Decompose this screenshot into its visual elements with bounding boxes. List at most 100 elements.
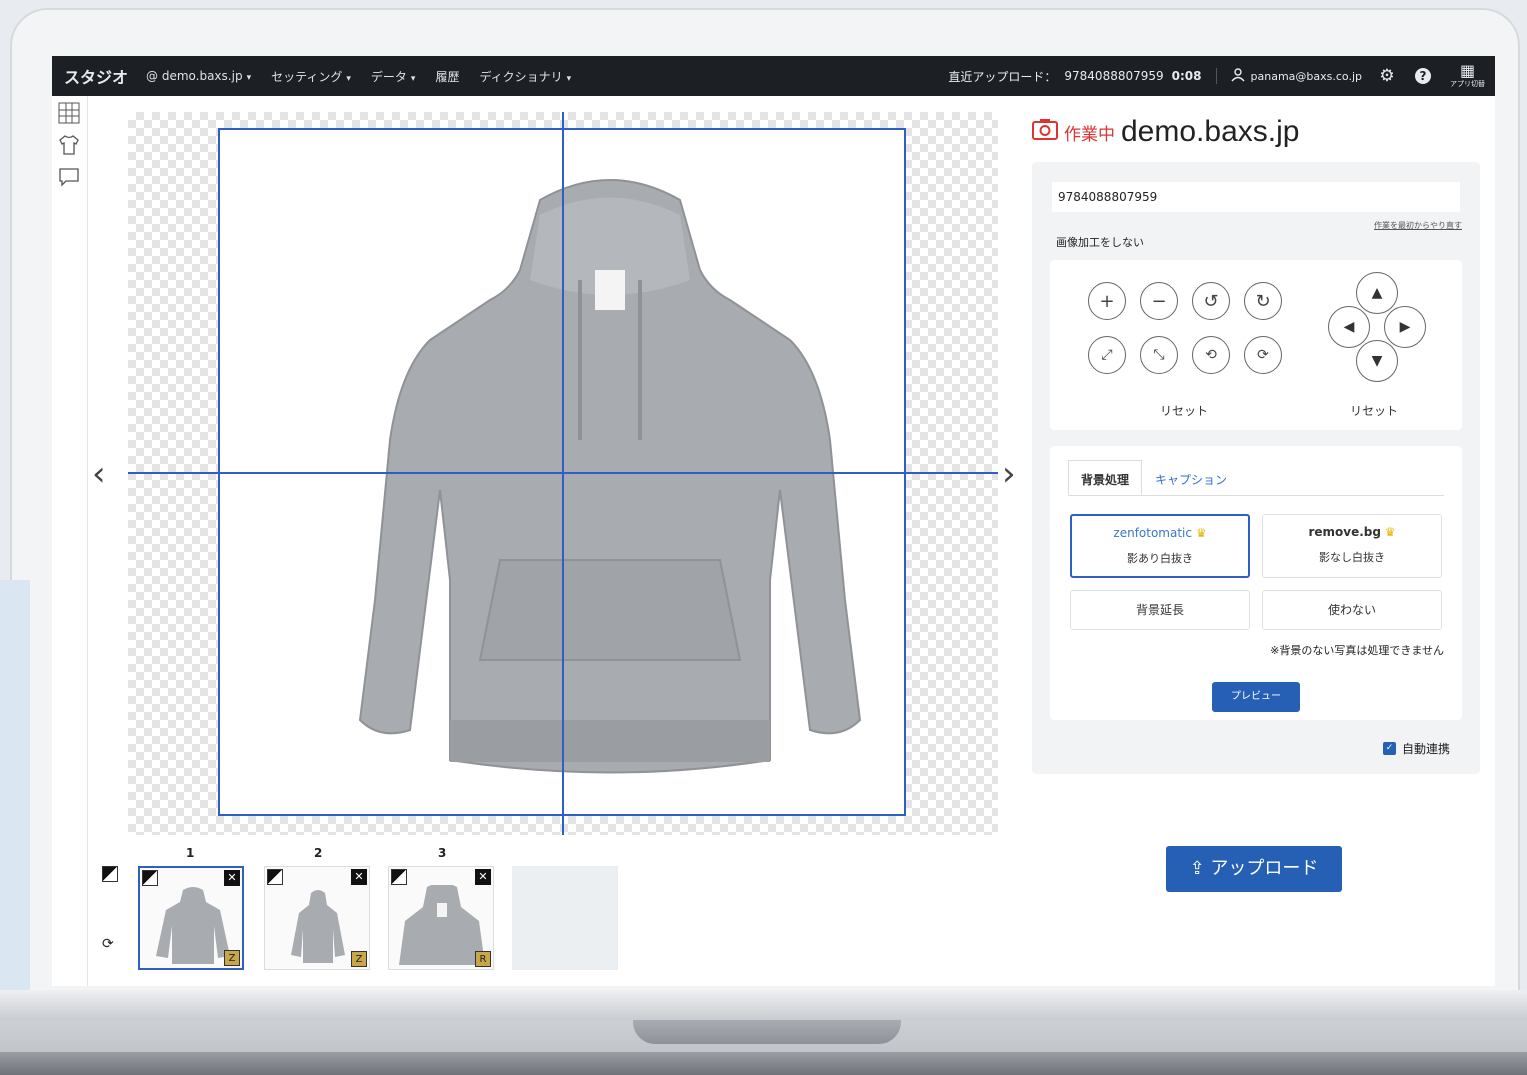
menu-setting[interactable]: セッティング ▾: [271, 68, 351, 85]
thumbnail-image: [399, 885, 485, 965]
thumbnail-number: 3: [438, 846, 447, 860]
restart-link[interactable]: 作業を最初からやり直す: [1374, 220, 1462, 231]
account-menu[interactable]: @ demo.baxs.jp ▾: [146, 69, 251, 83]
chevron-down-icon: ▾: [410, 73, 416, 84]
thumbnail-number: 1: [186, 846, 195, 860]
expand-icon[interactable]: ⤢: [1088, 336, 1126, 374]
app-switcher[interactable]: ▦ アプリ切替: [1450, 63, 1485, 89]
menu-setting-label: セッティング: [271, 69, 343, 84]
thumbnail-item[interactable]: ✕ R: [388, 866, 494, 970]
grid-icon: ▦: [1459, 61, 1476, 80]
brand-title[interactable]: スタジオ: [64, 64, 128, 88]
auto-link-label: 自動連携: [1401, 742, 1450, 756]
hoodie-image: [358, 179, 862, 774]
divider: [1215, 68, 1217, 84]
thumbnail-number: 2: [314, 846, 323, 860]
refresh-icon[interactable]: ⟳: [102, 936, 114, 952]
user-icon: [1230, 67, 1245, 85]
reset-position-button[interactable]: リセット: [1350, 402, 1398, 419]
work-status: 作業中: [1064, 124, 1115, 145]
menu-data[interactable]: データ ▾: [371, 68, 416, 85]
laptop-base-lip: [0, 990, 1527, 1020]
chevron-down-icon: ▾: [246, 73, 252, 83]
account-label: @ demo.baxs.jp: [146, 69, 243, 83]
rotate-left-icon[interactable]: ↺: [1192, 282, 1230, 320]
next-image-arrow[interactable]: ›: [1002, 454, 1016, 494]
grid-icon[interactable]: [54, 98, 84, 128]
zoom-out-icon[interactable]: −: [1140, 282, 1178, 320]
recent-upload-label: 直近アップロード：: [948, 69, 1057, 84]
site-name: demo.baxs.jp: [1121, 115, 1300, 148]
no-background-option[interactable]: 使わない: [1262, 590, 1442, 630]
user-menu[interactable]: panama@baxs.co.jp: [1230, 67, 1362, 85]
recent-upload-code[interactable]: 9784088807959: [1064, 69, 1163, 83]
rotate-right-fine-icon[interactable]: ⟳: [1244, 336, 1282, 374]
contrast-icon[interactable]: [267, 869, 283, 885]
move-up-icon[interactable]: ▲: [1356, 272, 1398, 314]
preview-button[interactable]: プレビュー: [1212, 682, 1300, 712]
tab-background[interactable]: 背景処理: [1068, 460, 1143, 495]
zenfotomatic-brand-label: zenfotomatic: [1113, 526, 1192, 540]
right-panel: 作業中 demo.baxs.jp 9784088807959 作業を最初からやり…: [1032, 112, 1482, 982]
zenfotomatic-desc: 影あり白抜き: [1127, 552, 1193, 565]
thumbnail-item[interactable]: ✕ Z: [138, 866, 244, 970]
product-code-field[interactable]: 9784088807959: [1052, 182, 1460, 212]
shirt-icon[interactable]: [54, 130, 84, 160]
camera-icon: [1032, 118, 1058, 146]
move-down-icon[interactable]: ▼: [1356, 340, 1398, 382]
thumbnail-image: [291, 890, 345, 963]
crown-icon: ♛: [1384, 525, 1396, 539]
thumbnail-tag: R: [475, 951, 491, 967]
processing-note: ※背景のない写真は処理できません: [1270, 644, 1444, 657]
laptop-notch: [633, 1020, 901, 1044]
tab-caption[interactable]: キャプション: [1142, 460, 1240, 495]
gear-icon[interactable]: ⚙: [1376, 65, 1398, 87]
settings-panel: 9784088807959 作業を最初からやり直す 画像加工をしない + − ↺…: [1032, 162, 1480, 774]
upload-label: アップロード: [1210, 858, 1319, 879]
page-title: 作業中 demo.baxs.jp: [1032, 112, 1482, 152]
empty-thumbnail-slot[interactable]: [512, 866, 618, 970]
background-processing: 背景処理 キャプション zenfotomatic ♛ 影あり白抜き remove…: [1050, 446, 1462, 720]
app-switcher-label: アプリ切替: [1450, 80, 1485, 88]
contrast-icon[interactable]: [142, 870, 158, 886]
reset-transform-button[interactable]: リセット: [1160, 402, 1208, 419]
close-icon[interactable]: ✕: [224, 870, 240, 886]
zoom-in-icon[interactable]: +: [1088, 282, 1126, 320]
rotate-left-fine-icon[interactable]: ⟲: [1192, 336, 1230, 374]
close-icon[interactable]: ✕: [475, 869, 491, 885]
no-processing-option[interactable]: 画像加工をしない: [1056, 234, 1144, 250]
help-icon[interactable]: ?: [1412, 65, 1434, 87]
app-screen: スタジオ @ demo.baxs.jp ▾ セッティング ▾ データ ▾ 履歴 ディク…: [52, 56, 1495, 986]
upload-button[interactable]: ⇪ アップロード: [1166, 846, 1342, 892]
upload-icon: ⇪: [1189, 858, 1205, 879]
close-icon[interactable]: ✕: [351, 869, 367, 885]
comment-icon[interactable]: [54, 162, 84, 192]
horizontal-guide: [128, 472, 998, 474]
contrast-icon[interactable]: [102, 866, 118, 882]
image-canvas[interactable]: [128, 112, 998, 835]
extend-background-option[interactable]: 背景延長: [1070, 590, 1250, 630]
thumbnail-strip: ⟳ 1 ✕ Z 2 ✕ Z 3 ✕ R: [102, 846, 702, 976]
menu-dictionary[interactable]: ディクショナリ ▾: [479, 68, 571, 85]
decorative-background: [0, 580, 30, 1000]
move-left-icon[interactable]: ◀: [1328, 306, 1370, 348]
contrast-icon[interactable]: [391, 869, 407, 885]
processing-tabs: 背景処理 キャプション: [1068, 460, 1444, 496]
user-email: panama@baxs.co.jp: [1250, 69, 1362, 83]
recent-upload-time: 0:08: [1171, 69, 1202, 83]
auto-link-checkbox[interactable]: ✓ 自動連携: [1382, 740, 1450, 757]
shrink-icon[interactable]: ⤡: [1140, 336, 1178, 374]
thumbnail-tag: Z: [351, 951, 367, 967]
tool-rail: [52, 96, 88, 986]
zenfotomatic-option[interactable]: zenfotomatic ♛ 影あり白抜き: [1070, 514, 1250, 578]
zenfotomatic-brand: zenfotomatic ♛: [1072, 526, 1248, 540]
thumbnail-item[interactable]: ✕ Z: [264, 866, 370, 970]
removebg-option[interactable]: remove.bg ♛ 影なし白抜き: [1262, 514, 1442, 578]
rotate-right-icon[interactable]: ↻: [1244, 282, 1282, 320]
menu-dictionary-label: ディクショナリ: [479, 69, 563, 84]
previous-image-arrow[interactable]: ‹: [92, 454, 106, 494]
menu-history[interactable]: 履歴: [435, 68, 459, 85]
removebg-brand: remove.bg ♛: [1263, 525, 1441, 539]
crown-icon: ♛: [1195, 526, 1207, 540]
move-right-icon[interactable]: ▶: [1384, 306, 1426, 348]
